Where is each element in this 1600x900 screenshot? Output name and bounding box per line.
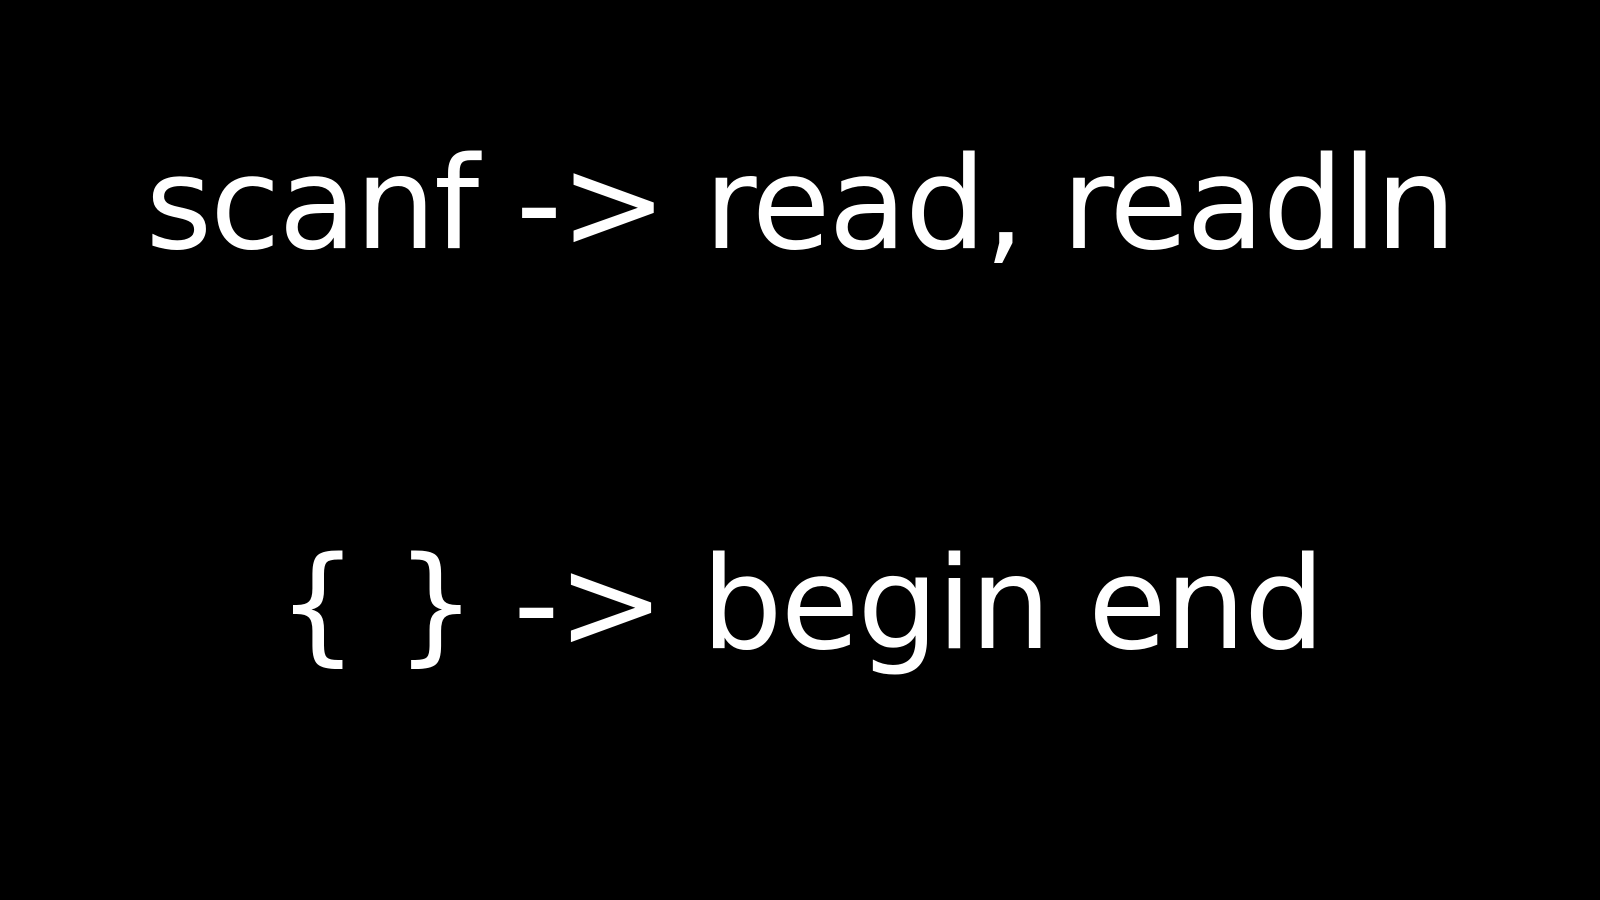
slide-line-scanf-mapping: scanf -> read, readln [145,130,1456,279]
slide-line-braces-mapping: { } -> begin end [276,530,1325,679]
slide: scanf -> read, readln { } -> begin end [0,0,1600,900]
